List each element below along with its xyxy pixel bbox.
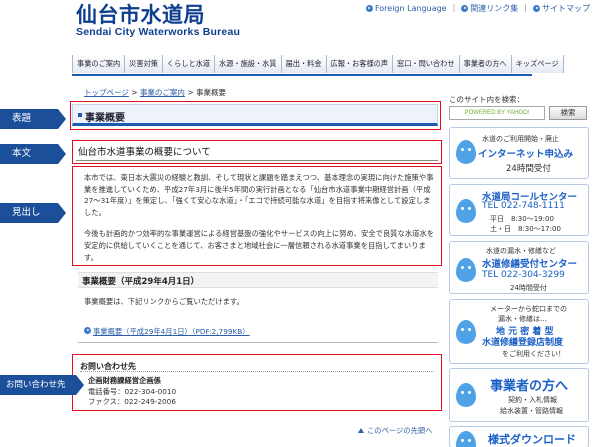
water-drop-mascot-icon (456, 383, 476, 407)
water-drop-mascot-icon (456, 258, 476, 282)
breadcrumb-separator: > (187, 88, 194, 97)
nav-underline (72, 74, 532, 76)
contact-department: 企画財務課経営企画係 (88, 376, 161, 385)
water-drop-mascot-icon (456, 199, 476, 223)
pdf-download-link[interactable]: 事業概要（平成29年4月1日）（PDF:2,799KB） (84, 327, 250, 337)
nav-item-pr[interactable]: 広報・お客様の声 (326, 55, 394, 73)
nav-item-kids[interactable]: キッズページ (511, 55, 564, 73)
nav-item-disaster[interactable]: 災害対策 (125, 55, 163, 73)
annotation-box-title (70, 101, 441, 130)
foreign-language-link[interactable]: Foreign Language (365, 3, 447, 14)
divider (78, 342, 438, 343)
search-button[interactable]: 検索 (549, 106, 587, 120)
banner-registered-repair-shops[interactable]: メーターから蛇口までの 漏水・修繕は… 地 元 密 着 型 水道修繕登録店制度 … (449, 299, 589, 364)
site-logo[interactable]: 仙台市水道局 Sendai City Waterworks Bureau (76, 3, 240, 38)
nav-item-facilities[interactable]: 水源・施設・水質 (215, 55, 282, 73)
search-row: POWERED BY YAHOO! 検索 (449, 106, 587, 120)
arrow-right-icon (365, 5, 373, 12)
breadcrumb-top[interactable]: トップページ (84, 88, 129, 97)
nav-item-life[interactable]: くらしと水道 (162, 55, 216, 73)
water-drop-mascot-icon (456, 320, 476, 344)
label-title: 表題 (0, 109, 66, 129)
separator: | (452, 3, 456, 12)
water-drop-mascot-icon (456, 140, 476, 164)
arrow-up-icon (358, 428, 364, 433)
banner-internet-application[interactable]: 水道のご利用開始・廃止 インターネット申込み 24時間受付 (449, 127, 589, 179)
label-body: 本文 (0, 144, 66, 164)
banner-form-download[interactable]: 様式ダウンロード (449, 426, 589, 447)
arrow-right-icon (461, 5, 469, 12)
contact-phone: 電話番号：022-304-0010 (88, 387, 177, 396)
contact-fax: ファクス：022-249-2006 (88, 397, 176, 406)
nav-item-contact[interactable]: 窓口・問い合わせ (393, 55, 460, 73)
banner-for-businesses[interactable]: 事業者の方へ 契約・入札情報 給水装置・管路情報 (449, 368, 589, 422)
breadcrumb-business[interactable]: 事業のご案内 (140, 88, 185, 97)
breadcrumb-separator: > (131, 88, 138, 97)
water-drop-mascot-icon (456, 431, 476, 447)
separator: | (524, 3, 527, 12)
utility-links: Foreign Language | 関連リンク集 | サイトマップ (365, 3, 590, 14)
global-nav: 事業のご案内 災害対策 くらしと水道 水源・施設・水質 届出・料金 広報・お客様… (72, 55, 564, 73)
site-header: 仙台市水道局 Sendai City Waterworks Bureau For… (0, 0, 600, 52)
arrow-right-icon (84, 327, 91, 334)
sidebar: このサイト内を検索： POWERED BY YAHOO! 検索 水道のご利用開始… (449, 94, 599, 447)
banner-call-center[interactable]: 水道局コールセンター TEL 022-748-1111 平日 8:30～19:0… (449, 184, 589, 236)
related-links-link[interactable]: 関連リンク集 (461, 3, 518, 14)
back-to-top-link[interactable]: このページの先頭へ (358, 426, 433, 436)
annotation-box-body (72, 140, 442, 164)
section-text: 事業概要は、下記リンクからご覧いただけます。 (84, 297, 244, 306)
logo-english: Sendai City Waterworks Bureau (76, 26, 241, 38)
label-heading: 見出し (0, 203, 66, 223)
arrow-right-icon (533, 5, 540, 12)
nav-item-fees[interactable]: 届出・料金 (281, 55, 327, 73)
nav-item-business[interactable]: 事業のご案内 (73, 55, 126, 73)
nav-item-businesses[interactable]: 事業者の方へ (459, 55, 512, 73)
sitemap-link[interactable]: サイトマップ (533, 3, 590, 14)
logo-japanese: 仙台市水道局 (76, 3, 205, 27)
divider (80, 371, 434, 372)
label-contact: お問い合わせ先 (0, 375, 84, 395)
breadcrumb-current: 事業概要 (196, 88, 227, 97)
search-input[interactable]: POWERED BY YAHOO! (449, 106, 545, 120)
banner-repair-center[interactable]: 水道の漏水・修繕など 水道修繕受付センター TEL 022-304-3299 2… (449, 241, 589, 294)
annotation-box-heading (72, 166, 442, 266)
breadcrumb: トップページ > 事業のご案内 > 事業概要 (84, 87, 226, 98)
sub-section-heading: 事業概要（平成29年4月1日） (78, 272, 438, 288)
search-label: このサイト内を検索： (449, 95, 524, 104)
